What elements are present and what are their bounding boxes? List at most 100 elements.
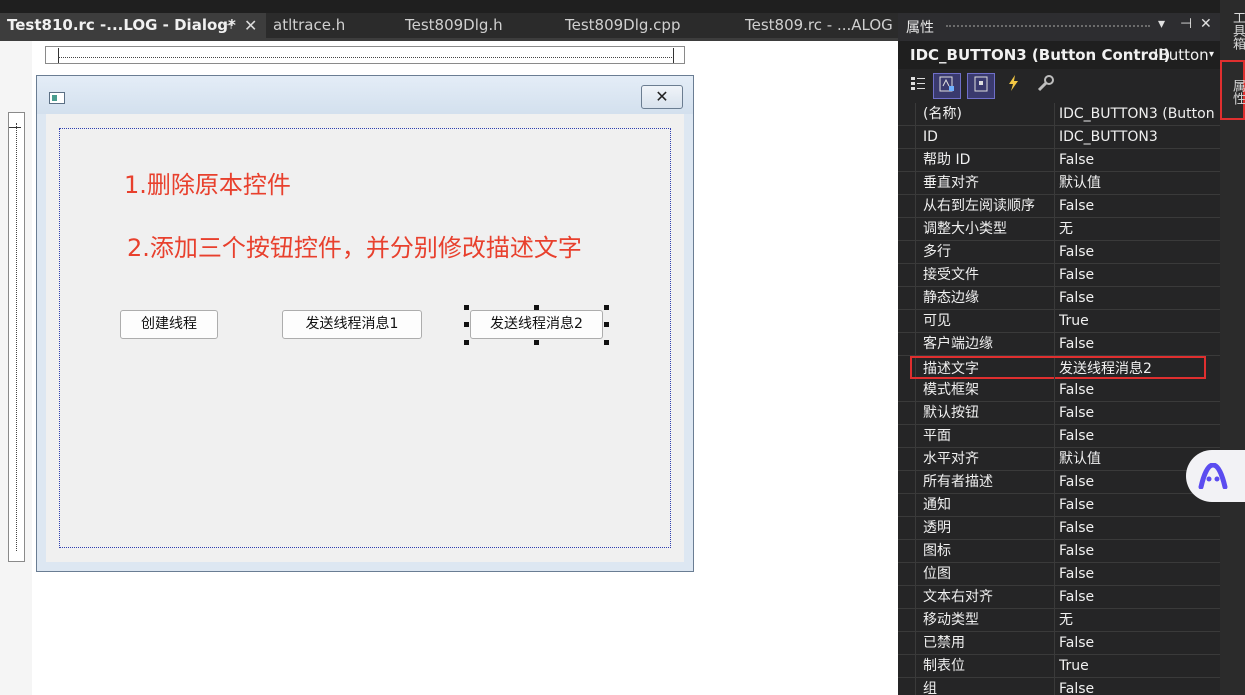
property-value[interactable]: 默认值 [1059, 172, 1219, 194]
property-row[interactable]: 水平对齐 默认值 [898, 448, 1220, 471]
property-value[interactable]: False [1059, 563, 1219, 585]
property-value[interactable]: False [1059, 402, 1219, 424]
send-message-1-button[interactable]: 发送线程消息1 [282, 310, 422, 339]
property-name: 描述文字 [923, 361, 979, 377]
pin-icon[interactable]: ⊣ [222, 13, 232, 38]
close-icon[interactable]: ✕ [1200, 16, 1212, 32]
property-value[interactable]: IDC_BUTTON3 [1059, 126, 1219, 148]
dialog-editor[interactable]: ✕ 1.删除原本控件 2.添加三个按钮控件，并分别修改描述文字 创建线程 发送线… [0, 41, 898, 695]
selection-handle[interactable] [534, 340, 539, 345]
tab-properties[interactable]: 属性 [1222, 74, 1245, 110]
property-row[interactable]: 组 False [898, 678, 1220, 695]
property-row[interactable]: 移动类型 无 [898, 609, 1220, 632]
dialog-client-area[interactable]: 1.删除原本控件 2.添加三个按钮控件，并分别修改描述文字 创建线程 发送线程消… [46, 114, 684, 562]
property-value[interactable]: False [1059, 379, 1219, 401]
property-row[interactable]: 垂直对齐 默认值 [898, 172, 1220, 195]
property-value[interactable]: IDC_BUTTON3 (Button Control) [1059, 103, 1219, 125]
property-row[interactable]: 默认按钮 False [898, 402, 1220, 425]
property-value[interactable]: False [1059, 517, 1219, 539]
vertical-ruler[interactable] [8, 112, 25, 562]
selection-handle[interactable] [464, 305, 469, 310]
properties-icon[interactable] [967, 73, 995, 99]
property-row[interactable]: 文本右对齐 False [898, 586, 1220, 609]
dropdown-icon[interactable]: ▾ [1158, 16, 1165, 32]
property-value[interactable]: False [1059, 678, 1219, 695]
tab-atltrace-h[interactable]: atltrace.h [266, 13, 398, 38]
close-icon[interactable]: ✕ [244, 13, 257, 38]
selection-handle[interactable] [604, 340, 609, 345]
chevron-down-icon[interactable]: ▾ [1209, 41, 1214, 69]
property-row-caption[interactable]: 描述文字 发送线程消息2 [910, 356, 1206, 380]
property-row[interactable]: 静态边缘 False [898, 287, 1220, 310]
property-grid[interactable]: (名称) IDC_BUTTON3 (Button Control) ID IDC_BU… [898, 103, 1220, 695]
property-row[interactable]: (名称) IDC_BUTTON3 (Button Control) [898, 103, 1220, 126]
tab-test809dlg-cpp[interactable]: Test809Dlg.cpp [558, 13, 738, 38]
property-name: 位图 [923, 566, 951, 582]
tab-test809dlg-h[interactable]: Test809Dlg.h [398, 13, 558, 38]
property-row[interactable]: 客户端边缘 False [898, 333, 1220, 356]
property-value[interactable]: False [1059, 333, 1219, 355]
property-value[interactable]: False [1059, 241, 1219, 263]
property-name: 帮助 ID [923, 152, 971, 168]
property-row[interactable]: 模式框架 False [898, 379, 1220, 402]
property-value[interactable]: False [1059, 149, 1219, 171]
property-value[interactable]: False [1059, 540, 1219, 562]
property-row[interactable]: 已禁用 False [898, 632, 1220, 655]
property-row[interactable]: 制表位 True [898, 655, 1220, 678]
property-value[interactable]: 无 [1059, 609, 1219, 631]
property-row[interactable]: 位图 False [898, 563, 1220, 586]
drag-grip[interactable] [946, 25, 1150, 29]
categorized-icon[interactable] [904, 73, 932, 99]
selection-handle[interactable] [604, 322, 609, 327]
property-row[interactable]: 调整大小类型 无 [898, 218, 1220, 241]
property-value[interactable]: False [1059, 195, 1219, 217]
selection-handle[interactable] [464, 340, 469, 345]
property-row[interactable]: 可见 True [898, 310, 1220, 333]
tab-test810-rc[interactable]: Test810.rc -...LOG - Dialog* ⊣ ✕ [0, 13, 268, 38]
dialog-close-button[interactable]: ✕ [641, 85, 683, 109]
object-name: IDC_BUTTON3 (Button Control) [910, 46, 1171, 64]
property-row[interactable]: ID IDC_BUTTON3 [898, 126, 1220, 149]
property-value[interactable]: 发送线程消息2 [1059, 358, 1219, 380]
create-thread-button[interactable]: 创建线程 [120, 310, 218, 339]
property-value[interactable]: False [1059, 586, 1219, 608]
property-name: 接受文件 [923, 267, 979, 283]
property-value[interactable]: False [1059, 264, 1219, 286]
property-value[interactable]: False [1059, 287, 1219, 309]
tab-toolbox[interactable]: 工具箱 [1222, 2, 1245, 58]
annotation-step-2: 2.添加三个按钮控件，并分别修改描述文字 [127, 234, 582, 262]
property-pages-icon[interactable] [1032, 73, 1060, 99]
tab-label: Test809Dlg.cpp [565, 16, 681, 34]
send-message-2-button[interactable]: 发送线程消息2 [470, 310, 603, 339]
tab-test809-rc[interactable]: Test809.rc - ...ALOG - [738, 13, 898, 38]
alphabetical-icon[interactable] [933, 73, 961, 99]
property-name: 文本右对齐 [923, 589, 993, 605]
property-value[interactable]: 无 [1059, 218, 1219, 240]
property-row[interactable]: 通知 False [898, 494, 1220, 517]
property-value[interactable]: False [1059, 632, 1219, 654]
properties-header: 属性 ▾ ⊣ ✕ [898, 13, 1220, 41]
property-value[interactable]: False [1059, 494, 1219, 516]
property-row[interactable]: 平面 False [898, 425, 1220, 448]
selection-handle[interactable] [464, 322, 469, 327]
assistant-button[interactable] [1186, 450, 1245, 502]
property-row[interactable]: 所有者描述 False [898, 471, 1220, 494]
events-icon[interactable] [1000, 73, 1028, 99]
property-value[interactable]: True [1059, 310, 1219, 332]
property-row[interactable]: 图标 False [898, 540, 1220, 563]
dialog-titlebar: ✕ [37, 76, 693, 114]
horizontal-ruler[interactable] [45, 46, 685, 64]
selection-handle[interactable] [604, 305, 609, 310]
selection-handle[interactable] [534, 305, 539, 310]
property-row[interactable]: 多行 False [898, 241, 1220, 264]
object-selector[interactable]: IDC_BUTTON3 (Button Control) IButton ▾ [898, 41, 1220, 69]
pin-icon[interactable]: ⊣ [1180, 16, 1192, 32]
property-value[interactable]: False [1059, 425, 1219, 447]
property-row[interactable]: 帮助 ID False [898, 149, 1220, 172]
property-name: 模式框架 [923, 382, 979, 398]
property-row[interactable]: 接受文件 False [898, 264, 1220, 287]
property-row[interactable]: 从右到左阅读顺序 False [898, 195, 1220, 218]
property-row[interactable]: 透明 False [898, 517, 1220, 540]
dialog-window[interactable]: ✕ 1.删除原本控件 2.添加三个按钮控件，并分别修改描述文字 创建线程 发送线… [36, 75, 694, 572]
property-value[interactable]: True [1059, 655, 1219, 677]
